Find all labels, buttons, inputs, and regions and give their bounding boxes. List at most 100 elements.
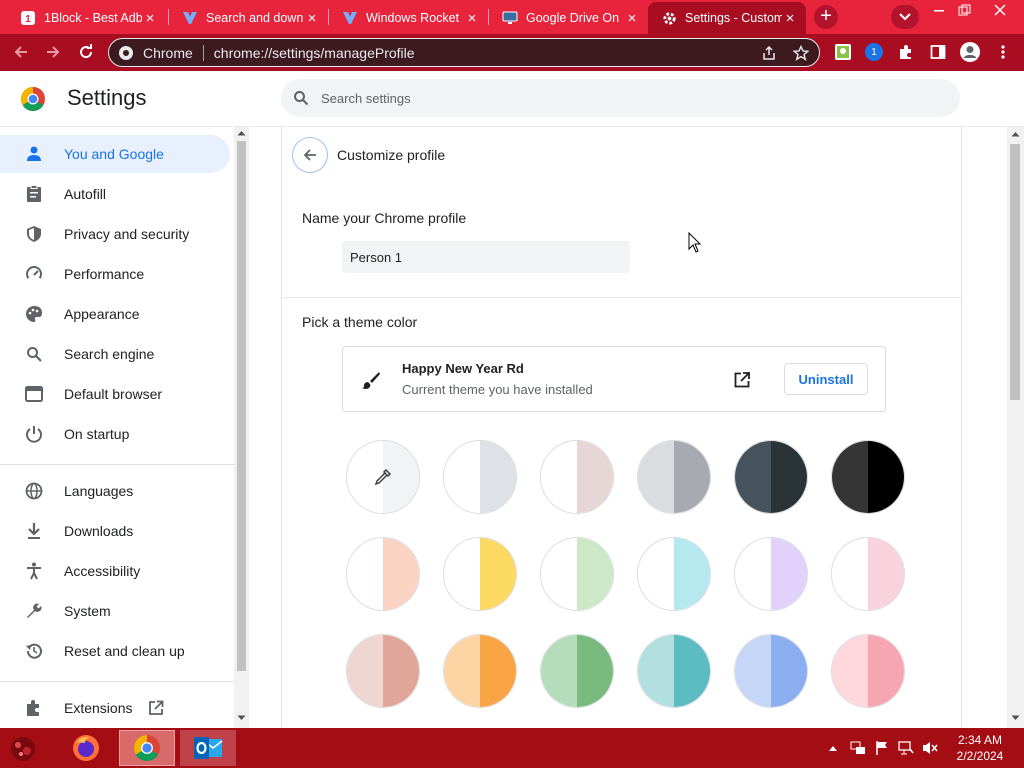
sidebar-item-you-and-google[interactable]: You and Google: [0, 135, 230, 173]
display-tray-icon[interactable]: [898, 740, 914, 756]
firefox-icon: [73, 735, 99, 761]
share-icon[interactable]: [761, 45, 777, 61]
theme-color-swatch[interactable]: [443, 440, 517, 514]
reload-button[interactable]: [73, 39, 99, 65]
tab-search[interactable]: Search and down ×: [168, 2, 328, 34]
profile-button[interactable]: [957, 39, 983, 65]
sidebar-item-extensions[interactable]: Extensions: [0, 689, 230, 727]
paintbrush-icon: [362, 372, 380, 389]
search-settings-input[interactable]: Search settings: [281, 79, 960, 117]
side-panel-icon: [930, 45, 946, 59]
new-tab-button[interactable]: +: [814, 5, 838, 29]
sidebar-item-autofill[interactable]: Autofill: [0, 175, 230, 213]
side-panel-button[interactable]: [925, 39, 951, 65]
profile-name-input[interactable]: Person 1: [342, 241, 630, 273]
flag-icon[interactable]: [874, 740, 890, 756]
theme-color-swatch[interactable]: [734, 537, 808, 611]
tab-search-button[interactable]: [891, 5, 919, 29]
network-tray-icon[interactable]: [850, 740, 866, 756]
scroll-thumb[interactable]: [1010, 144, 1020, 400]
tab-google-drive[interactable]: Google Drive On ×: [488, 2, 648, 34]
theme-color-swatch[interactable]: [540, 634, 614, 708]
forward-button[interactable]: [40, 39, 66, 65]
monitor-icon: [502, 11, 518, 24]
settings-sidebar: You and Google Autofill Privacy and secu…: [0, 127, 234, 728]
sidebar-item-on-startup[interactable]: On startup: [0, 415, 230, 453]
menu-button[interactable]: [990, 39, 1016, 65]
uninstall-button[interactable]: Uninstall: [784, 363, 868, 395]
sidebar-scrollbar[interactable]: [234, 127, 249, 728]
theme-color-swatch[interactable]: [540, 537, 614, 611]
chevron-up-icon[interactable]: [828, 744, 838, 752]
sidebar-item-system[interactable]: System: [0, 592, 230, 630]
download-icon: [24, 521, 44, 541]
theme-color-swatch[interactable]: [637, 537, 711, 611]
sidebar-item-search-engine[interactable]: Search engine: [0, 335, 230, 373]
theme-color-swatch[interactable]: [540, 440, 614, 514]
mouse-cursor-icon: [688, 232, 702, 253]
tab-title: Google Drive On: [526, 11, 620, 25]
restore-button[interactable]: [950, 0, 980, 20]
ytx-icon: [183, 12, 197, 24]
close-window-button[interactable]: [982, 0, 1018, 20]
tab-windows-rocket[interactable]: Windows Rocket ×: [328, 2, 488, 34]
sidebar-item-languages[interactable]: Languages: [0, 472, 230, 510]
extensions-button[interactable]: [893, 39, 919, 65]
sidebar-item-reset[interactable]: Reset and clean up: [0, 632, 230, 670]
section-divider: [282, 297, 961, 298]
shield-icon: [24, 224, 44, 244]
sidebar-item-privacy[interactable]: Privacy and security: [0, 215, 230, 253]
sidebar-item-accessibility[interactable]: Accessibility: [0, 552, 230, 590]
tab-settings[interactable]: Settings - Custom ×: [648, 2, 806, 34]
sidebar-item-default-browser[interactable]: Default browser: [0, 375, 230, 413]
theme-color-swatch[interactable]: [443, 634, 517, 708]
theme-color-swatch[interactable]: [734, 634, 808, 708]
back-button[interactable]: [8, 39, 34, 65]
sidebar-item-label: Downloads: [64, 523, 134, 539]
svg-text:1: 1: [25, 14, 31, 25]
bookmark-star-icon[interactable]: [793, 45, 809, 61]
theme-color-swatch[interactable]: [346, 537, 420, 611]
customize-profile-card: Customize profile Name your Chrome profi…: [281, 127, 962, 728]
close-icon[interactable]: ×: [464, 10, 480, 27]
taskbar-chrome[interactable]: [119, 730, 175, 766]
power-icon: [24, 424, 44, 444]
theme-color-swatch[interactable]: [637, 634, 711, 708]
back-button[interactable]: [292, 137, 328, 173]
arrow-left-icon: [14, 46, 27, 58]
address-bar[interactable]: Chrome chrome://settings/manageProfile: [108, 38, 820, 67]
close-icon[interactable]: ×: [142, 10, 158, 27]
extension-badge-button[interactable]: 1: [861, 39, 887, 65]
theme-description: Current theme you have installed: [402, 382, 593, 397]
theme-color-swatch[interactable]: [734, 440, 808, 514]
start-button[interactable]: [0, 730, 46, 766]
theme-color-swatch[interactable]: [831, 440, 905, 514]
close-icon[interactable]: ×: [782, 10, 798, 27]
sidebar-item-label: Privacy and security: [64, 226, 190, 242]
volume-muted-icon[interactable]: [922, 740, 938, 756]
page-scrollbar[interactable]: [1007, 127, 1024, 728]
scroll-thumb[interactable]: [237, 141, 246, 671]
close-icon[interactable]: ×: [624, 10, 640, 27]
outlook-icon: [194, 737, 223, 759]
theme-color-swatch[interactable]: [831, 537, 905, 611]
sidebar-item-label: Appearance: [64, 306, 140, 322]
taskbar-clock[interactable]: 2:34 AM 2/2/2024: [952, 732, 1008, 764]
close-icon[interactable]: ×: [304, 10, 320, 27]
sidebar-item-downloads[interactable]: Downloads: [0, 512, 230, 550]
taskbar-firefox[interactable]: [58, 730, 114, 766]
extension-button[interactable]: [830, 39, 856, 65]
scroll-up-icon: [237, 131, 246, 136]
theme-color-swatch[interactable]: [443, 537, 517, 611]
open-in-new-icon[interactable]: [733, 371, 751, 389]
theme-color-swatch[interactable]: [831, 634, 905, 708]
theme-color-swatch[interactable]: [346, 634, 420, 708]
clock-time: 2:34 AM: [957, 733, 1003, 747]
theme-color-swatch[interactable]: [637, 440, 711, 514]
custom-color-swatch[interactable]: [346, 440, 420, 514]
sidebar-item-performance[interactable]: Performance: [0, 255, 230, 293]
tab-1block[interactable]: 1 1Block - Best Adb ×: [6, 2, 166, 34]
palette-icon: [24, 304, 44, 324]
sidebar-item-appearance[interactable]: Appearance: [0, 295, 230, 333]
taskbar-outlook[interactable]: [180, 730, 236, 766]
